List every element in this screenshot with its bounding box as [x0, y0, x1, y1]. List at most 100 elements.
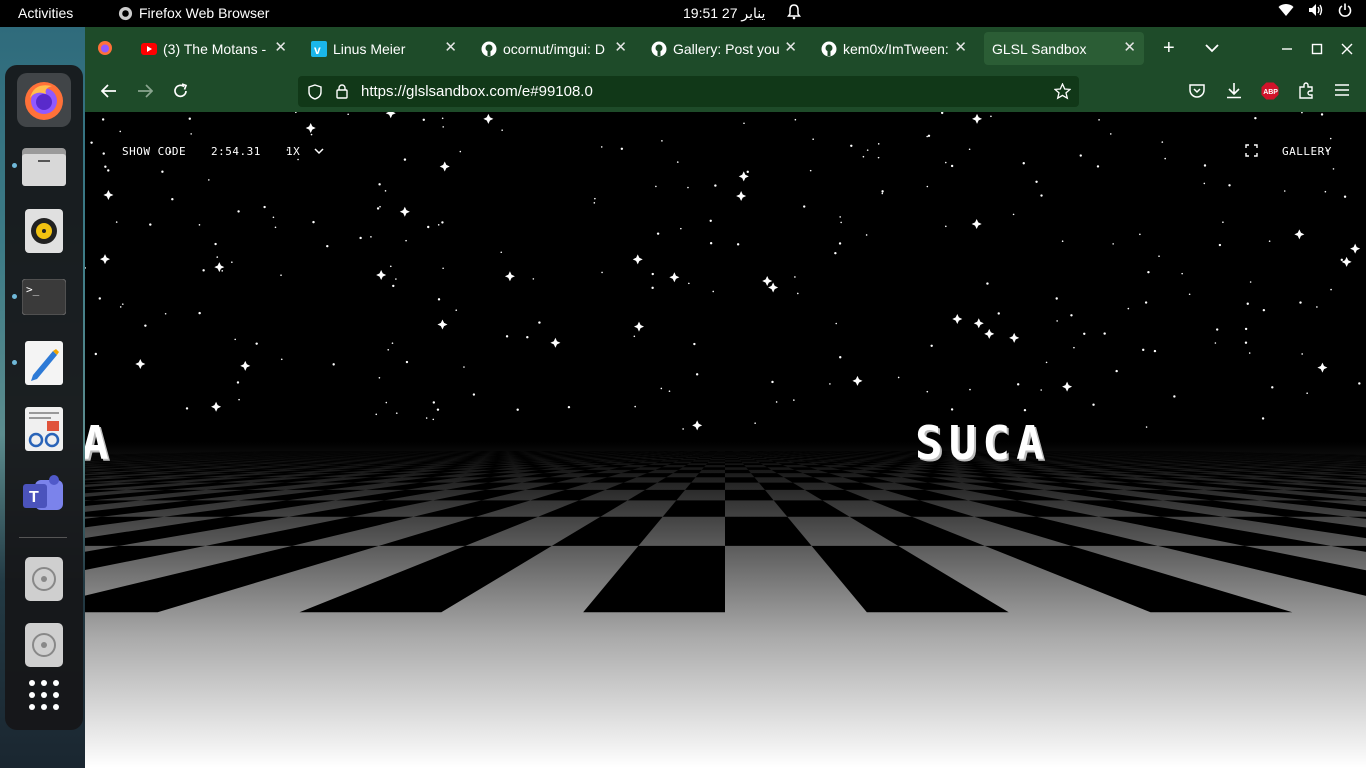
- tab-close-icon[interactable]: ✕: [274, 38, 287, 56]
- reload-icon[interactable]: [173, 83, 189, 99]
- list-tabs-chevron-down-icon[interactable]: [1205, 43, 1219, 53]
- show-applications-button[interactable]: [17, 668, 71, 722]
- dock-disc-1[interactable]: [17, 552, 71, 606]
- dock-text-editor[interactable]: [17, 336, 71, 390]
- chevron-down-icon[interactable]: [314, 148, 324, 155]
- notification-bell-icon[interactable]: [787, 4, 801, 23]
- star: [743, 122, 745, 125]
- floor-tile: [705, 463, 725, 466]
- dock-rhythmbox[interactable]: [17, 204, 71, 258]
- star: [633, 335, 636, 338]
- floor-tile: [685, 453, 697, 454]
- star: [1144, 301, 1148, 304]
- pocket-icon[interactable]: [1189, 83, 1205, 99]
- tab-gallery[interactable]: Gallery: Post you ✕: [643, 32, 801, 65]
- new-tab-button[interactable]: +: [1163, 37, 1175, 60]
- shader-canvas[interactable]: A SUCA SHOW CODE 2:54.31 1X GALLERY: [85, 112, 1366, 768]
- star: [865, 234, 868, 236]
- star: [272, 216, 275, 219]
- tab-label: (3) The Motans -: [163, 40, 267, 57]
- star: [432, 401, 436, 404]
- star: [1145, 426, 1148, 428]
- star: [505, 335, 509, 338]
- tab-close-icon[interactable]: ✕: [614, 38, 627, 56]
- fullscreen-icon[interactable]: [1245, 144, 1258, 157]
- tab-youtube[interactable]: (3) The Motans - ✕: [133, 32, 291, 65]
- floor-tile: [710, 458, 725, 460]
- dock-firefox[interactable]: [17, 73, 71, 127]
- app-menu[interactable]: Firefox Web Browser: [118, 5, 269, 21]
- firefox-view-button[interactable]: [97, 40, 113, 61]
- star: [121, 303, 124, 305]
- star: [538, 321, 541, 324]
- star: [190, 133, 192, 135]
- bookmark-star-icon[interactable]: [1054, 83, 1071, 100]
- star: [1350, 243, 1361, 254]
- star: [655, 185, 657, 188]
- minimize-icon[interactable]: [1281, 43, 1293, 55]
- back-arrow-icon[interactable]: [101, 84, 117, 98]
- close-window-icon[interactable]: [1341, 43, 1353, 55]
- speed-select[interactable]: 1X: [286, 145, 300, 158]
- star: [1096, 165, 1100, 168]
- star: [240, 360, 251, 371]
- tab-imgui[interactable]: ocornut/imgui: D ✕: [473, 32, 631, 65]
- tab-glsl-sandbox[interactable]: GLSL Sandbox ✕: [984, 32, 1144, 65]
- star: [1330, 288, 1332, 291]
- star: [1079, 154, 1082, 157]
- tab-close-icon[interactable]: ✕: [954, 38, 967, 56]
- dock-terminal[interactable]: >_: [17, 270, 71, 324]
- star: [392, 284, 395, 288]
- dock-teams[interactable]: T: [17, 469, 71, 523]
- tab-label: Linus Meier: [333, 40, 406, 57]
- adblock-plus-icon[interactable]: ABP: [1261, 82, 1279, 100]
- floor-tile: [740, 460, 758, 462]
- tab-close-icon[interactable]: ✕: [444, 38, 457, 56]
- dock-files[interactable]: [17, 139, 71, 193]
- star: [459, 150, 462, 153]
- star: [1045, 361, 1048, 364]
- gallery-link[interactable]: GALLERY: [1282, 145, 1332, 158]
- star: [600, 146, 603, 148]
- star: [881, 190, 884, 193]
- star: [385, 112, 396, 119]
- forward-arrow-icon[interactable]: [137, 84, 153, 98]
- tab-imtween[interactable]: kem0x/ImTween: ✕: [813, 32, 971, 65]
- star: [100, 254, 111, 265]
- tab-vimeo[interactable]: v Linus Meier ✕: [303, 32, 461, 65]
- maximize-icon[interactable]: [1311, 43, 1323, 55]
- star: [305, 123, 316, 134]
- show-code-button[interactable]: SHOW CODE: [122, 145, 186, 158]
- floor-tile: [725, 454, 736, 455]
- lock-icon[interactable]: [336, 84, 348, 99]
- star: [1127, 307, 1130, 310]
- star: [661, 140, 663, 142]
- floor-tile: [687, 456, 702, 458]
- star: [101, 118, 105, 121]
- system-tray[interactable]: [1278, 3, 1352, 17]
- tab-close-icon[interactable]: ✕: [1123, 38, 1136, 56]
- star: [385, 401, 388, 404]
- star: [634, 321, 645, 332]
- hamburger-menu-icon[interactable]: [1335, 84, 1349, 96]
- tab-close-icon[interactable]: ✕: [784, 38, 797, 56]
- star: [834, 251, 837, 255]
- star: [405, 239, 407, 242]
- url-bar[interactable]: https://glslsandbox.com/e#99108.0: [298, 76, 1079, 107]
- star: [376, 270, 387, 281]
- downloads-icon[interactable]: [1226, 82, 1242, 99]
- activities-button[interactable]: Activities: [18, 5, 73, 21]
- extensions-puzzle-icon[interactable]: [1298, 82, 1314, 99]
- svg-text:>_: >_: [26, 283, 40, 296]
- star: [1214, 342, 1217, 344]
- star: [427, 225, 430, 229]
- floor-tile: [745, 454, 758, 455]
- clock[interactable]: 19:51 27 يناير: [683, 5, 765, 22]
- dock-document-viewer[interactable]: [17, 402, 71, 456]
- star: [370, 236, 372, 238]
- star: [149, 223, 152, 226]
- star: [1161, 141, 1164, 143]
- shield-icon[interactable]: [308, 84, 322, 100]
- dock-disc-2[interactable]: [17, 618, 71, 672]
- floor-tile: [736, 456, 751, 458]
